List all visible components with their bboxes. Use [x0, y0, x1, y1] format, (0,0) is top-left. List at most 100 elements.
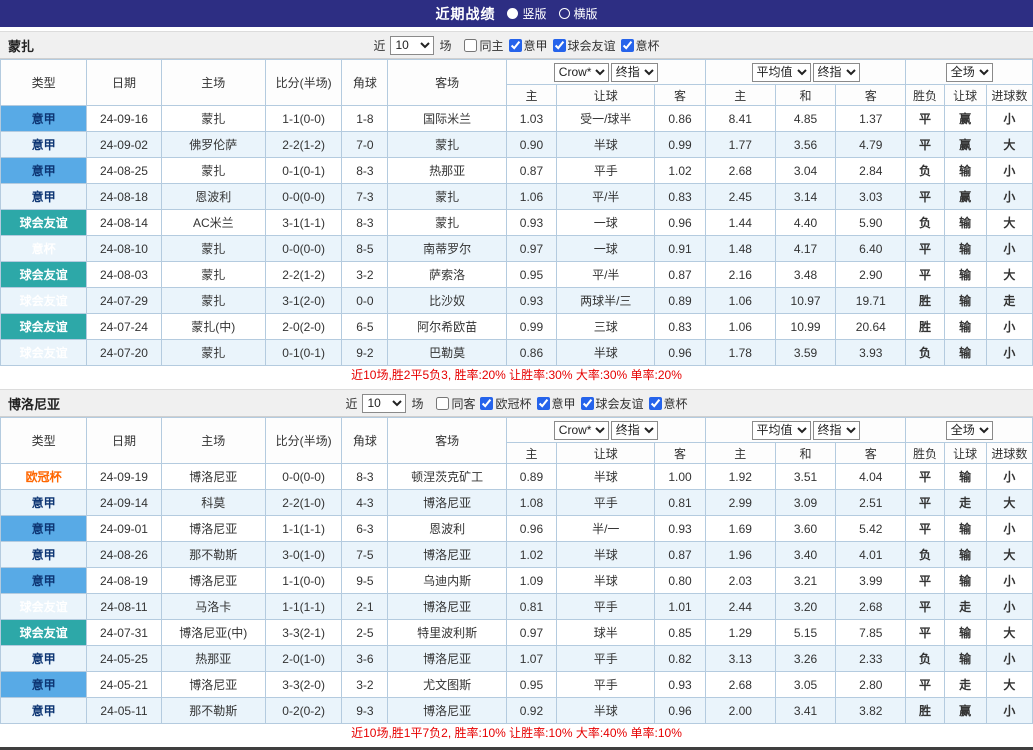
away-team[interactable]: 顿涅茨克矿工 — [387, 463, 507, 490]
odds-time-select[interactable]: 终指 — [610, 62, 658, 82]
match-count-select[interactable]: 10 — [362, 393, 407, 413]
away-team[interactable]: 博洛尼亚 — [387, 541, 507, 568]
filter-checkbox[interactable] — [580, 396, 594, 410]
home-team[interactable]: 博洛尼亚 — [160, 463, 267, 490]
odds-value: 0.81 — [654, 489, 706, 516]
odds-value: 0.87 — [505, 157, 558, 184]
home-team[interactable]: 热那亚 — [160, 645, 267, 672]
away-team[interactable]: 恩波利 — [387, 515, 507, 542]
away-team[interactable]: 博洛尼亚 — [387, 645, 507, 672]
away-team[interactable]: 巴勒莫 — [387, 339, 507, 366]
scope-select[interactable]: 全场 — [945, 420, 993, 440]
layout-option-horizontal[interactable]: 横版 — [558, 5, 598, 22]
away-team[interactable]: 比沙奴 — [387, 287, 507, 314]
matches-suffix-label: 场 — [439, 38, 452, 53]
away-team[interactable]: 蒙扎 — [387, 131, 507, 158]
home-team[interactable]: AC米兰 — [160, 209, 267, 236]
odds-value: 0.96 — [505, 515, 558, 542]
home-team[interactable]: 那不勒斯 — [160, 541, 267, 568]
filter-3[interactable]: 意杯 — [620, 37, 660, 54]
odds-value: 0.92 — [505, 697, 558, 724]
away-team[interactable]: 蒙扎 — [387, 209, 507, 236]
away-team[interactable]: 阿尔希欧苗 — [387, 313, 507, 340]
home-team[interactable]: 博洛尼亚 — [160, 567, 267, 594]
filter-0[interactable]: 同主 — [464, 37, 504, 54]
avg-odds-value: 3.82 — [835, 697, 907, 724]
away-team[interactable]: 萨索洛 — [387, 261, 507, 288]
scope-select[interactable]: 全场 — [945, 62, 993, 82]
filter-1[interactable]: 欧冠杯 — [480, 395, 532, 412]
home-team[interactable]: 博洛尼亚 — [160, 671, 267, 698]
away-team[interactable]: 热那亚 — [387, 157, 507, 184]
home-team[interactable]: 科莫 — [160, 489, 267, 516]
away-team[interactable]: 乌迪内斯 — [387, 567, 507, 594]
match-date: 24-08-10 — [86, 235, 162, 262]
avg-time-select[interactable]: 终指 — [812, 420, 860, 440]
away-team[interactable]: 蒙扎 — [387, 183, 507, 210]
away-team[interactable]: 博洛尼亚 — [387, 593, 507, 620]
home-team[interactable]: 博洛尼亚 — [160, 515, 267, 542]
column-subheader: 主 — [704, 84, 776, 106]
filter-2[interactable]: 意甲 — [536, 395, 576, 412]
filter-checkbox[interactable] — [480, 396, 494, 410]
match-date: 24-05-11 — [86, 697, 162, 724]
away-team[interactable]: 特里波利斯 — [387, 619, 507, 646]
home-team[interactable]: 那不勒斯 — [160, 697, 267, 724]
home-team[interactable]: 蒙扎 — [160, 261, 267, 288]
home-team[interactable]: 蒙扎 — [160, 105, 267, 132]
odds-value: 1.02 — [654, 157, 706, 184]
odds-time-select[interactable]: 终指 — [610, 420, 658, 440]
away-team[interactable]: 南蒂罗尔 — [387, 235, 507, 262]
odds-value: 0.87 — [654, 261, 706, 288]
layout-option-vertical[interactable]: 竖版 — [507, 5, 547, 22]
away-team[interactable]: 博洛尼亚 — [387, 697, 507, 724]
away-team[interactable]: 尤文图斯 — [387, 671, 507, 698]
avg-source-select[interactable]: 平均值 — [751, 62, 811, 82]
odds-select-header: Crow* 终指 — [505, 59, 706, 85]
home-team[interactable]: 蒙扎 — [160, 287, 267, 314]
home-team[interactable]: 蒙扎 — [160, 235, 267, 262]
handicap-line: 半球 — [556, 339, 656, 366]
match-score: 2-2(1-2) — [264, 261, 343, 288]
recent-prefix-label: 近 — [373, 38, 386, 53]
away-team[interactable]: 博洛尼亚 — [387, 489, 507, 516]
results-table: 类型 日期 主场 比分(半场) 角球 客场 Crow* 终指 平均值 终指 全场主让球客主和客胜负让… — [0, 417, 1033, 724]
odds-value: 1.02 — [505, 541, 558, 568]
filter-1[interactable]: 意甲 — [508, 37, 548, 54]
match-row: 意甲 24-08-19 博洛尼亚 1-1(0-0) 9-5 乌迪内斯 1.09 半球 0.80 2… — [0, 567, 1033, 594]
result-outcome: 平 — [905, 671, 945, 698]
match-count-select[interactable]: 10 — [390, 35, 435, 55]
avg-source-select[interactable]: 平均值 — [751, 420, 811, 440]
odds-company-select[interactable]: Crow* — [553, 62, 609, 82]
filter-0[interactable]: 同客 — [436, 395, 475, 412]
home-team[interactable]: 蒙扎 — [160, 157, 267, 184]
filter-4[interactable]: 意杯 — [648, 395, 688, 412]
filter-3[interactable]: 球会友谊 — [580, 395, 644, 412]
goals-outcome: 大 — [985, 261, 1033, 288]
home-team[interactable]: 蒙扎 — [160, 339, 267, 366]
home-team[interactable]: 蒙扎(中) — [160, 313, 267, 340]
goals-outcome: 小 — [985, 105, 1033, 132]
filter-checkbox[interactable] — [552, 38, 566, 52]
home-team[interactable]: 马洛卡 — [160, 593, 267, 620]
home-team[interactable]: 佛罗伦萨 — [160, 131, 267, 158]
filter-checkbox[interactable] — [536, 396, 550, 410]
avg-odds-value: 10.97 — [774, 287, 837, 314]
match-score: 3-3(2-1) — [264, 619, 343, 646]
match-type: 球会友谊 — [0, 339, 88, 366]
match-row: 球会友谊 24-08-03 蒙扎 2-2(1-2) 3-2 萨索洛 0.95 平/半 0.87 2… — [0, 261, 1033, 288]
filter-2[interactable]: 球会友谊 — [552, 37, 616, 54]
home-team[interactable]: 恩波利 — [160, 183, 267, 210]
odds-company-select[interactable]: Crow* — [553, 420, 609, 440]
filter-checkbox[interactable] — [648, 396, 662, 410]
team-name: 蒙扎 — [8, 38, 35, 54]
result-outcome: 胜 — [905, 287, 945, 314]
avg-time-select[interactable]: 终指 — [812, 62, 860, 82]
filter-checkbox[interactable] — [436, 396, 450, 410]
odds-value: 0.97 — [505, 235, 558, 262]
away-team[interactable]: 国际米兰 — [387, 105, 507, 132]
home-team[interactable]: 博洛尼亚(中) — [160, 619, 267, 646]
filter-checkbox[interactable] — [508, 38, 522, 52]
filter-checkbox[interactable] — [464, 38, 478, 52]
filter-checkbox[interactable] — [620, 38, 634, 52]
